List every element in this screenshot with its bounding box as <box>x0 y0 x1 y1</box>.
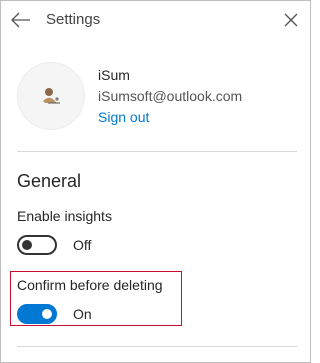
back-button[interactable] <box>10 10 32 30</box>
close-button[interactable] <box>283 12 299 28</box>
confirm-before-deleting-label: Confirm before deleting <box>17 277 163 293</box>
toggle-knob <box>22 240 32 250</box>
toggle-knob <box>42 309 52 319</box>
back-arrow-icon <box>11 12 30 28</box>
enable-insights-state: Off <box>73 237 92 253</box>
divider <box>17 151 297 152</box>
account-email: iSumsoft@outlook.com <box>98 88 243 104</box>
confirm-before-deleting-state: On <box>73 306 92 322</box>
enable-insights-label: Enable insights <box>17 208 112 224</box>
section-title-general: General <box>17 171 82 191</box>
enable-insights-toggle[interactable] <box>17 235 57 255</box>
confirm-before-deleting-toggle[interactable] <box>17 304 57 324</box>
avatar-icon <box>43 88 60 104</box>
account-name: iSum <box>98 67 130 83</box>
close-icon <box>284 13 298 27</box>
avatar <box>17 62 85 130</box>
header: Settings <box>1 1 310 41</box>
settings-panel: Settings iSum iSumsoft@outlook.com Sign … <box>0 0 311 363</box>
divider <box>17 346 297 347</box>
sign-out-link[interactable]: Sign out <box>98 109 149 125</box>
page-title: Settings <box>46 11 101 28</box>
